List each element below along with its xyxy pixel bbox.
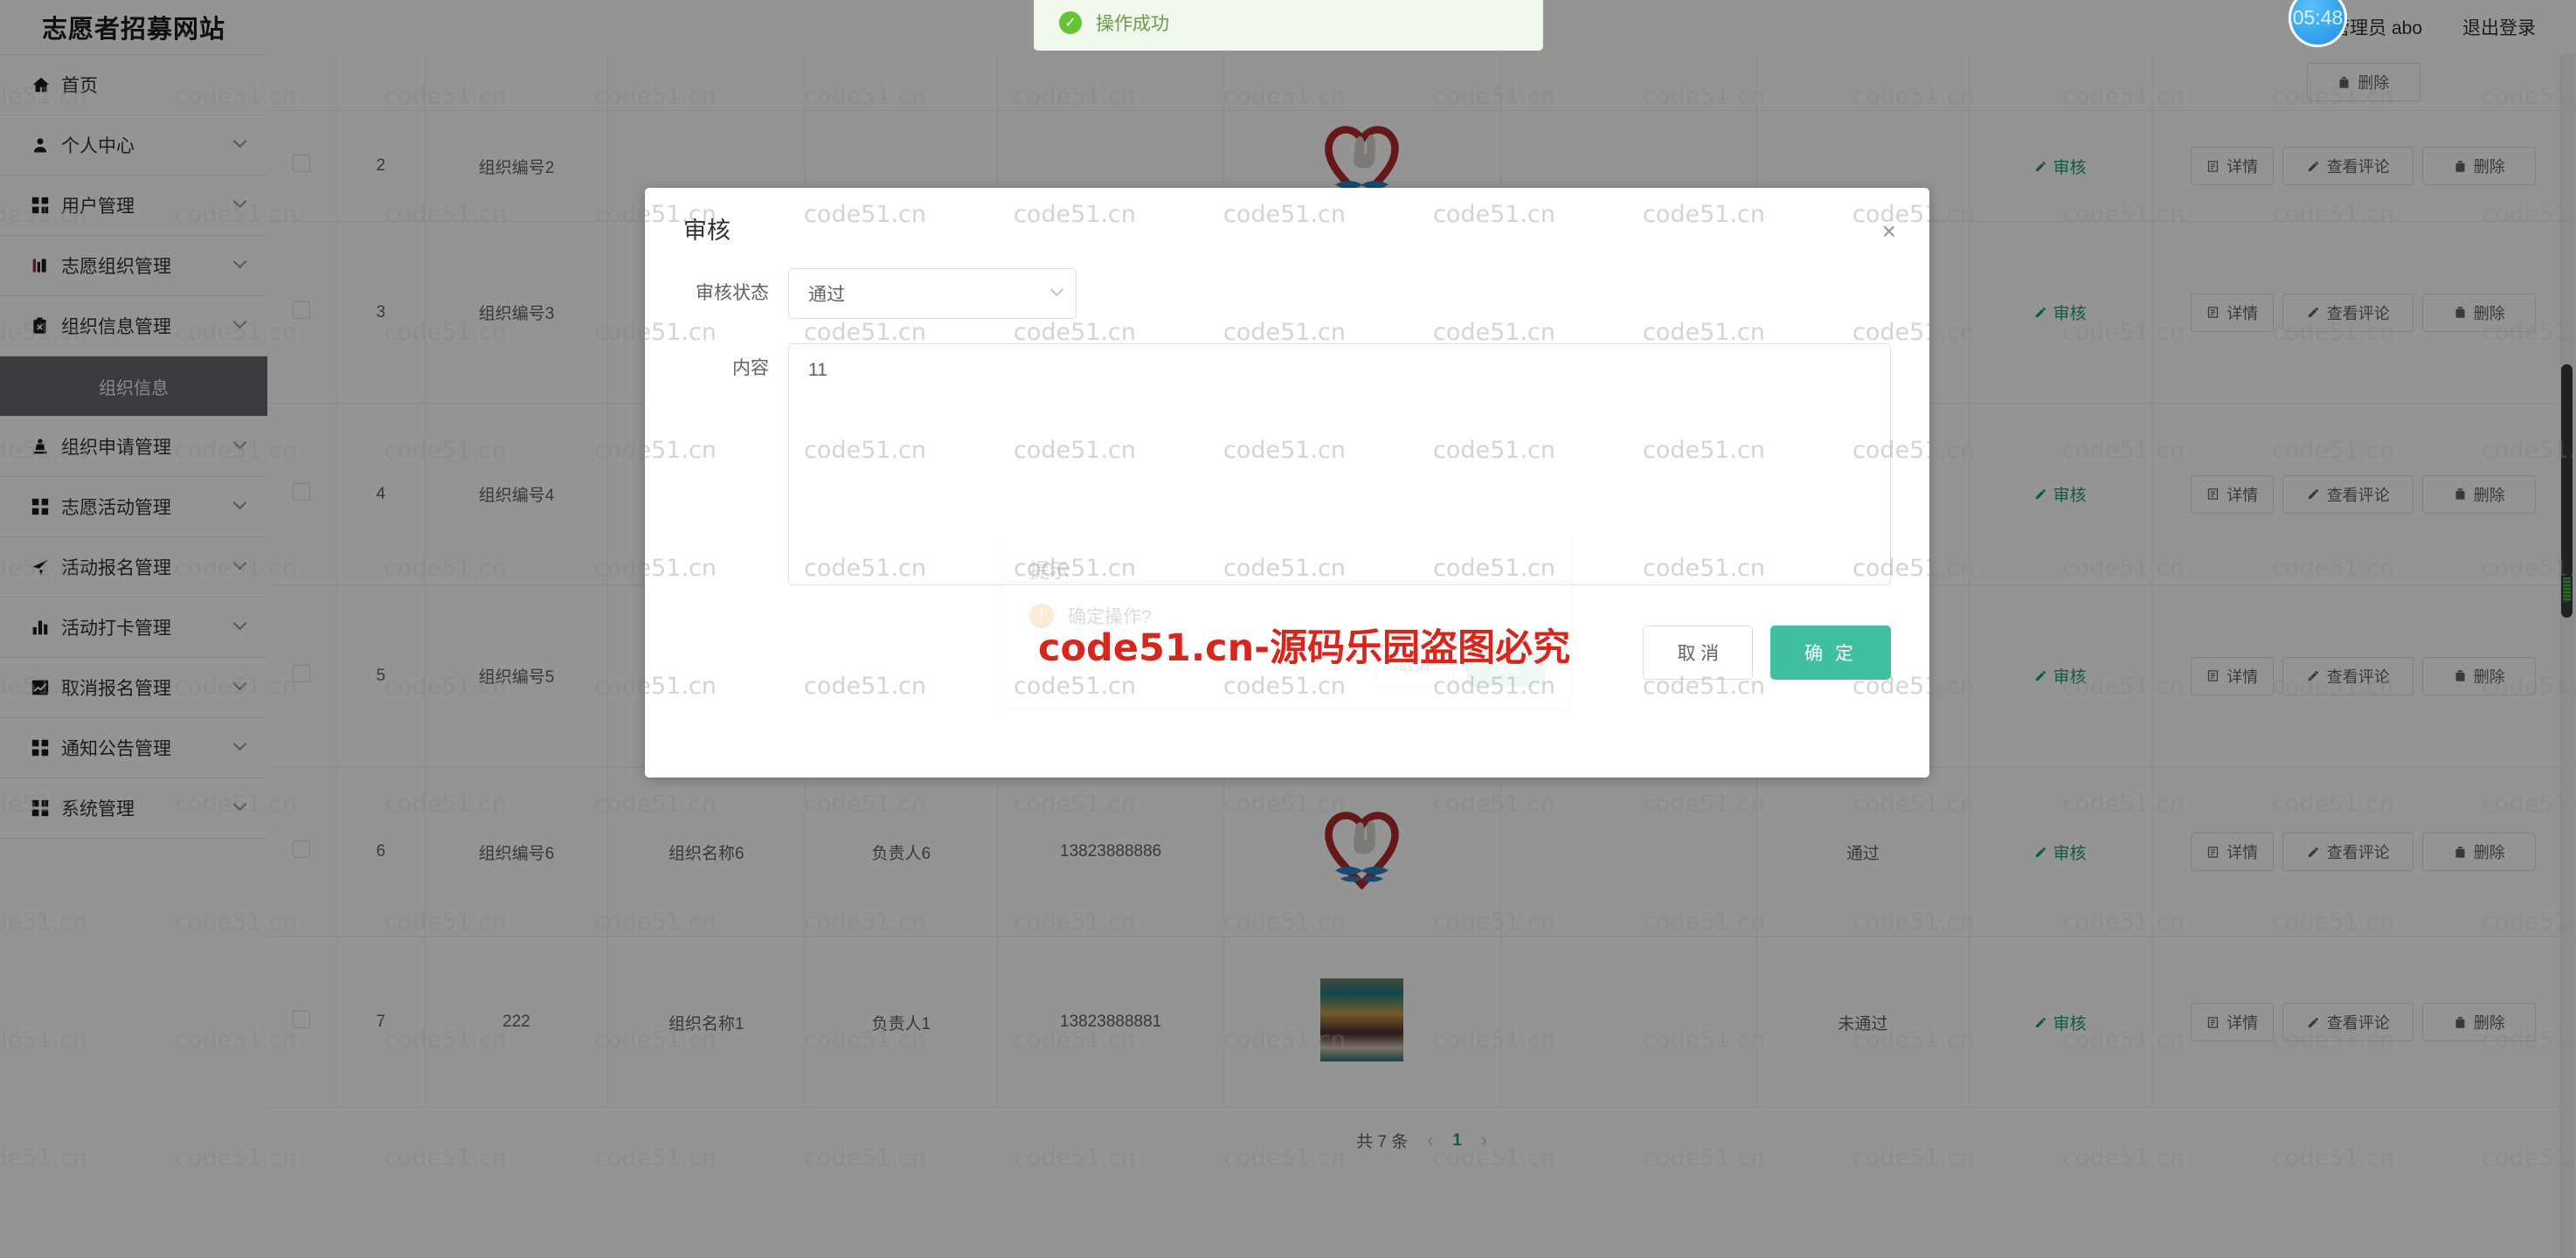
- close-icon[interactable]: ×: [1882, 219, 1896, 244]
- modal-header: 审核 ×: [645, 188, 1929, 268]
- check-circle-icon: ✓: [1059, 11, 1082, 34]
- app-root: 志愿者招募网站 首页 个人中心 用户管理 志愿组织管理 组织信息管理 组织信息 …: [0, 0, 2576, 1258]
- audit-status-value: 通过: [808, 285, 845, 305]
- modal-title: 审核: [683, 217, 731, 244]
- confirm-button[interactable]: 确 定: [1770, 626, 1891, 680]
- confirm-dialog-title: 提示: [1029, 559, 1070, 582]
- toast-message: 操作成功: [1096, 14, 1169, 34]
- chevron-down-icon: [1049, 282, 1064, 302]
- audit-status-select[interactable]: 通过: [788, 268, 1077, 319]
- content-label: 内容: [732, 358, 769, 378]
- status-label: 审核状态: [696, 283, 769, 303]
- cancel-button[interactable]: 取 消: [1643, 626, 1754, 680]
- success-toast: ✓ 操作成功: [1034, 0, 1543, 51]
- form-row-status: 审核状态 通过: [683, 268, 1891, 319]
- watermark-red-text: code51.cn-源码乐园盗图必究: [1038, 626, 1571, 670]
